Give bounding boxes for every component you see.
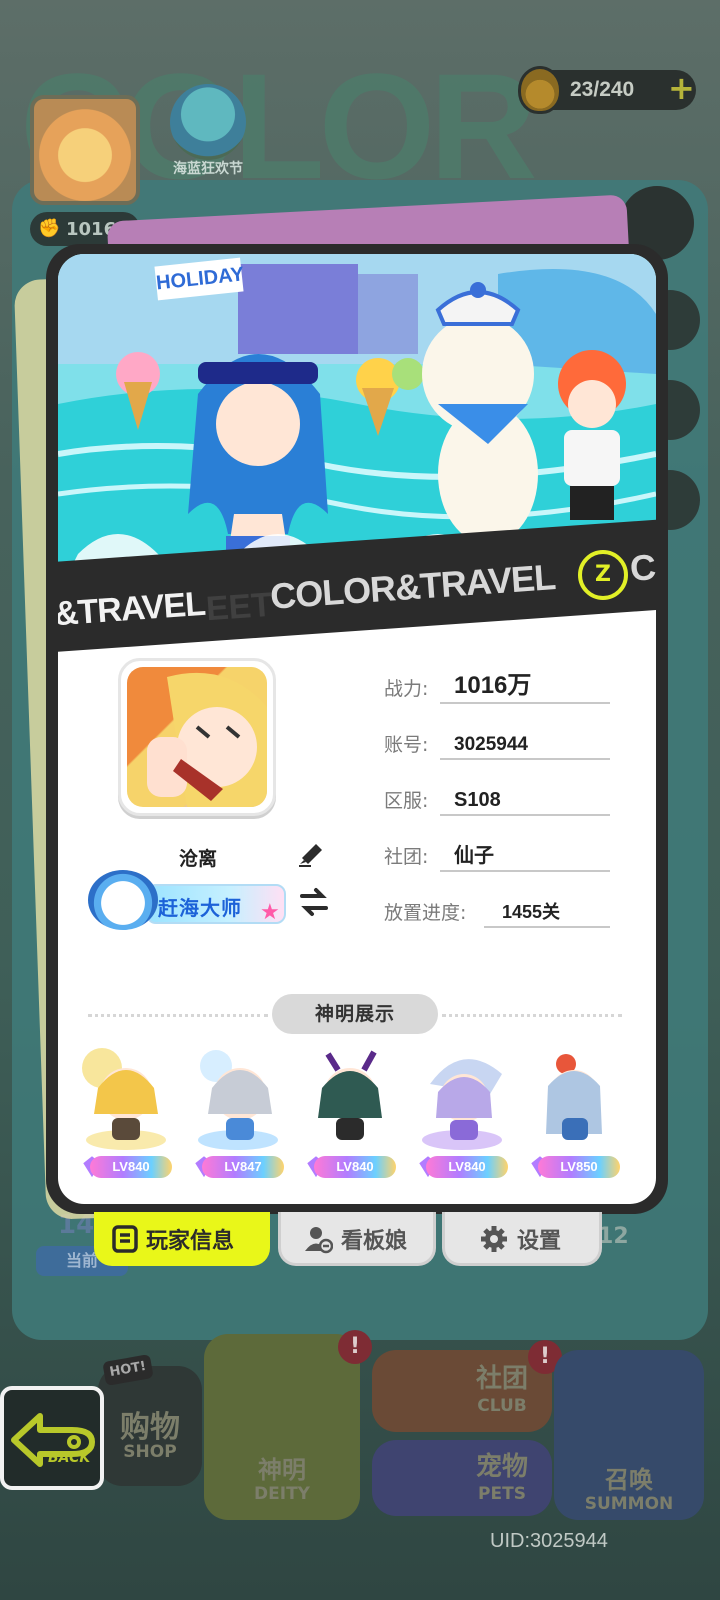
tab-player-info[interactable]: 玩家信息 xyxy=(94,1212,270,1266)
stamina-counter: 23/240 + xyxy=(518,66,696,114)
stamina-value: 23/240 xyxy=(570,78,635,101)
section-divider xyxy=(88,1014,268,1017)
info-underline xyxy=(440,702,610,704)
hot-badge: HOT! xyxy=(102,1354,154,1386)
nav-deity-label: 神明 xyxy=(258,1456,306,1484)
nav-deity[interactable]: ! 神明 DEITY xyxy=(204,1330,372,1520)
info-value: 仙子 xyxy=(454,845,494,867)
info-underline xyxy=(440,758,610,760)
deity-slot[interactable]: LV840 xyxy=(404,1044,516,1184)
info-label: 战力: xyxy=(384,678,429,700)
deity-portrait xyxy=(318,1050,382,1140)
nav-pets[interactable]: 宠物 PETS xyxy=(372,1440,552,1516)
info-value: 3025944 xyxy=(454,734,528,755)
event-icon xyxy=(170,84,246,160)
fist-icon: ✊ xyxy=(38,218,61,239)
document-icon xyxy=(112,1225,138,1253)
deity-slot[interactable]: LV847 xyxy=(180,1044,292,1184)
alert-icon: ! xyxy=(338,1330,372,1364)
uid-text: UID:3025944 xyxy=(490,1530,608,1552)
info-row-club: 社团: 仙子 xyxy=(384,838,610,872)
top-avatar[interactable] xyxy=(30,95,140,205)
deity-portrait xyxy=(82,1048,166,1150)
player-name: 沧离 xyxy=(178,848,217,870)
player-info-card: HOLIDAY EET &TRAVEL COLOR&TRAVEL Z CO 沧离 xyxy=(46,244,668,1214)
title-badge[interactable]: 赶海大师 ★ xyxy=(86,870,292,932)
info-value: S108 xyxy=(454,789,501,811)
nav-club[interactable]: ! 社团 CLUB xyxy=(372,1340,562,1432)
info-underline xyxy=(440,870,610,872)
nav-summon-label: 召唤 xyxy=(605,1466,653,1494)
info-row-account: 账号: 3025944 xyxy=(384,726,610,760)
info-row-power: 战力: 1016万 xyxy=(384,670,610,704)
deity-level: LV847 xyxy=(202,1156,284,1178)
stamina-icon xyxy=(518,66,562,114)
strip-ghost-text: EET xyxy=(204,585,274,629)
info-value: 1016万 xyxy=(454,672,532,699)
bottom-nav: HOT! 购物 SHOP ! 神明 DEITY ! 社团 CLUB 宠物 PET… xyxy=(0,1330,720,1530)
info-label: 放置进度: xyxy=(384,902,467,924)
deity-slot[interactable]: LV840 xyxy=(68,1044,180,1184)
deity-level: LV850 xyxy=(538,1156,620,1178)
deity-portrait xyxy=(198,1050,278,1150)
info-row-server: 区服: S108 xyxy=(384,782,610,816)
tab-mascot[interactable]: 看板娘 xyxy=(278,1212,436,1266)
tab-settings[interactable]: 设置 xyxy=(442,1212,602,1266)
info-label: 区服: xyxy=(384,790,429,812)
deity-slot[interactable]: LV840 xyxy=(292,1044,404,1184)
deity-slot[interactable]: LV850 xyxy=(516,1044,628,1184)
nav-shop-label: 购物 xyxy=(120,1410,180,1445)
nav-deity-sublabel: DEITY xyxy=(254,1484,310,1504)
event-label: 海蓝狂欢节 xyxy=(173,161,243,177)
nav-summon[interactable]: 召唤 SUMMON xyxy=(554,1350,704,1520)
tab-label: 看板娘 xyxy=(341,1229,408,1254)
nav-summon-sublabel: SUMMON xyxy=(584,1494,674,1514)
info-underline xyxy=(440,814,610,816)
edit-name-icon[interactable] xyxy=(296,836,328,868)
tab-label: 玩家信息 xyxy=(146,1229,235,1254)
info-value: 1455关 xyxy=(502,902,561,922)
swap-title-icon[interactable] xyxy=(296,884,332,920)
deity-level: LV840 xyxy=(90,1156,172,1178)
deity-portrait xyxy=(546,1054,602,1140)
player-avatar[interactable] xyxy=(118,658,276,816)
card-body: HOLIDAY EET &TRAVEL COLOR&TRAVEL Z CO 沧离 xyxy=(58,254,656,1204)
info-row-progress: 放置进度: 1455关 xyxy=(384,894,610,928)
deity-portrait xyxy=(422,1059,502,1150)
back-label: BACK xyxy=(48,1450,91,1466)
deity-showcase-title: 神明展示 xyxy=(272,994,438,1034)
nav-shop[interactable]: HOT! 购物 SHOP xyxy=(98,1354,202,1486)
gear-icon xyxy=(481,1226,507,1252)
avatar-image xyxy=(127,667,267,807)
add-stamina-button[interactable]: + xyxy=(668,72,695,104)
deity-level: LV840 xyxy=(314,1156,396,1178)
strip-badge-icon: Z xyxy=(578,550,628,600)
back-button[interactable]: BACK xyxy=(0,1386,104,1490)
title-text: 赶海大师 xyxy=(158,896,242,920)
info-label: 社团: xyxy=(384,846,429,868)
info-underline xyxy=(484,926,610,928)
info-label: 账号: xyxy=(384,734,429,756)
deity-level: LV840 xyxy=(426,1156,508,1178)
seal-mascot-icon xyxy=(88,870,158,930)
person-icon xyxy=(305,1227,333,1254)
strip-text-right: CO xyxy=(628,544,656,589)
section-divider xyxy=(442,1014,622,1017)
tab-label: 设置 xyxy=(517,1229,562,1254)
event-badge[interactable]: 海蓝狂欢节 xyxy=(162,84,254,177)
nav-shop-sublabel: SHOP xyxy=(123,1442,177,1462)
star-icon: ★ xyxy=(260,900,280,925)
